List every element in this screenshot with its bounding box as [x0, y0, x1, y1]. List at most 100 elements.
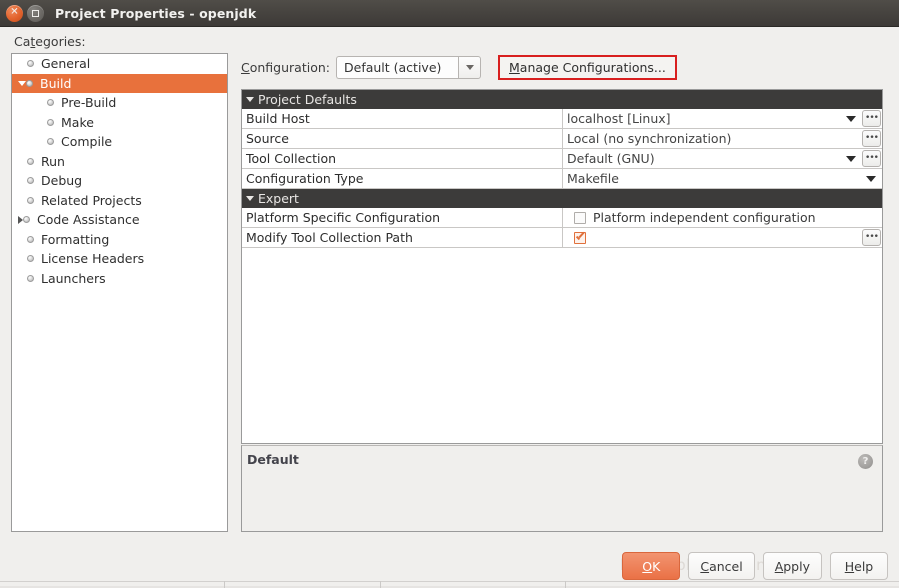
ok-label: K [652, 559, 660, 574]
sidebar-item-label: Code Assistance [37, 212, 140, 227]
twisty-expanded-icon[interactable] [18, 81, 26, 86]
property-name: Tool Collection [242, 149, 563, 168]
description-title: Default [247, 452, 299, 467]
sidebar-item-label: Build [40, 76, 71, 91]
sidebar-item-debug[interactable]: Debug [12, 171, 227, 191]
manage-configurations-mnemonic: M [509, 60, 520, 75]
sidebar-item-label: Pre-Build [61, 95, 116, 110]
sidebar-item-launchers[interactable]: Launchers [12, 269, 227, 289]
twisty-placeholder [18, 161, 27, 162]
property-value-cell[interactable]: Local (no synchronization)••• [563, 129, 882, 148]
sidebar-item-build[interactable]: Build [12, 74, 227, 94]
twisty-placeholder [18, 180, 27, 181]
node-bullet-icon [27, 275, 34, 282]
ellipsis-button[interactable]: ••• [862, 130, 881, 147]
configuration-combobox-value[interactable]: Default (active) [336, 56, 458, 79]
sidebar-item-code-assistance[interactable]: Code Assistance [12, 210, 227, 230]
categories-label-post: egories: [35, 34, 85, 49]
close-glyph: ✕ [10, 8, 18, 18]
apply-label: pply [783, 559, 810, 574]
sidebar-item-label: General [41, 56, 90, 71]
categories-label-pre: Ca [14, 34, 30, 49]
node-bullet-icon [26, 80, 33, 87]
sidebar-item-label: Compile [61, 134, 112, 149]
property-value-text: Makefile [567, 171, 619, 186]
window-titlebar: ✕ Project Properties - openjdk [0, 0, 899, 27]
sidebar-item-compile[interactable]: Compile [12, 132, 227, 152]
table-row[interactable]: Platform Specific Configuration Platform … [242, 208, 882, 228]
ok-button[interactable]: OK [622, 552, 680, 580]
sidebar-item-label: Run [41, 154, 65, 169]
ellipsis-button[interactable]: ••• [862, 110, 881, 127]
twisty-placeholder [18, 63, 27, 64]
configuration-dropdown-button[interactable] [458, 56, 481, 79]
check-icon [575, 233, 585, 243]
sidebar-item-run[interactable]: Run [12, 152, 227, 172]
chevron-down-icon[interactable] [866, 176, 876, 182]
node-bullet-icon [27, 236, 34, 243]
sidebar-item-make[interactable]: Make [12, 113, 227, 133]
sidebar-item-general[interactable]: General [12, 54, 227, 74]
property-name: Platform Specific Configuration [242, 208, 563, 227]
close-icon[interactable]: ✕ [6, 5, 23, 22]
table-row[interactable]: Modify Tool Collection Path••• [242, 228, 882, 248]
help-button[interactable]: Help [830, 552, 888, 580]
chevron-down-icon[interactable] [846, 156, 856, 162]
manage-configurations-label: anage Configurations... [520, 60, 666, 75]
properties-table[interactable]: Project DefaultsBuild Hostlocalhost [Lin… [241, 89, 883, 444]
help-glyph: ? [863, 456, 869, 467]
maximize-glyph [32, 10, 39, 17]
window-title: Project Properties - openjdk [55, 6, 256, 21]
configuration-combobox[interactable]: Default (active) [336, 56, 481, 79]
sidebar-item-formatting[interactable]: Formatting [12, 230, 227, 250]
node-bullet-icon [47, 99, 54, 106]
categories-tree[interactable]: General Build Pre-Build MakeCompile Run Debug… [11, 53, 228, 532]
sidebar-item-label: License Headers [41, 251, 144, 266]
sidebar-item-label: Formatting [41, 232, 109, 247]
property-value-cell[interactable]: ••• [563, 228, 882, 247]
apply-button[interactable]: Apply [763, 552, 822, 580]
table-section-header[interactable]: Project Defaults [242, 90, 882, 109]
sidebar-item-pre-build[interactable]: Pre-Build [12, 93, 227, 113]
table-row[interactable]: Tool CollectionDefault (GNU)••• [242, 149, 882, 169]
help-label: elp [854, 559, 873, 574]
ellipsis-button[interactable]: ••• [862, 229, 881, 246]
maximize-icon[interactable] [27, 5, 44, 22]
help-circle-icon[interactable]: ? [858, 454, 873, 469]
table-row[interactable]: Build Hostlocalhost [Linux]••• [242, 109, 882, 129]
chevron-down-icon[interactable] [846, 116, 856, 122]
ok-mnemonic: O [642, 559, 652, 574]
sidebar-item-license-headers[interactable]: License Headers [12, 249, 227, 269]
checkbox[interactable] [574, 212, 586, 224]
property-value-text: localhost [Linux] [567, 111, 671, 126]
section-expand-icon [246, 97, 254, 102]
twisty-placeholder [18, 200, 27, 201]
ellipsis-button[interactable]: ••• [862, 150, 881, 167]
section-expand-icon [246, 196, 254, 201]
property-value-cell[interactable]: Default (GNU)••• [563, 149, 882, 168]
twisty-placeholder [18, 239, 27, 240]
checkbox-label: Platform independent configuration [593, 210, 816, 225]
sidebar-item-label: Debug [41, 173, 82, 188]
section-title: Expert [258, 191, 299, 206]
property-value-cell[interactable]: Platform independent configuration [563, 208, 882, 227]
twisty-placeholder [38, 102, 47, 103]
property-name: Configuration Type [242, 169, 563, 188]
configuration-label-post: onfiguration: [250, 60, 330, 75]
configuration-label: Configuration: [241, 60, 330, 75]
property-value-cell[interactable]: Makefile [563, 169, 882, 188]
sidebar-item-related-projects[interactable]: Related Projects [12, 191, 227, 211]
twisty-placeholder [18, 278, 27, 279]
configuration-row: Configuration: Default (active) Manage C… [241, 55, 677, 80]
table-row[interactable]: Configuration Type Makefile [242, 169, 882, 189]
checkbox[interactable] [574, 232, 586, 244]
table-section-header[interactable]: Expert [242, 189, 882, 208]
cancel-button[interactable]: Cancel [688, 552, 754, 580]
table-row[interactable]: SourceLocal (no synchronization)••• [242, 129, 882, 149]
manage-configurations-button[interactable]: Manage Configurations... [498, 55, 677, 80]
sidebar-item-label: Related Projects [41, 193, 142, 208]
property-value-cell[interactable]: localhost [Linux] ••• [563, 109, 882, 128]
node-bullet-icon [27, 60, 34, 67]
dialog-button-bar: OK Cancel Apply Help [622, 552, 888, 580]
chevron-down-icon [466, 65, 474, 70]
